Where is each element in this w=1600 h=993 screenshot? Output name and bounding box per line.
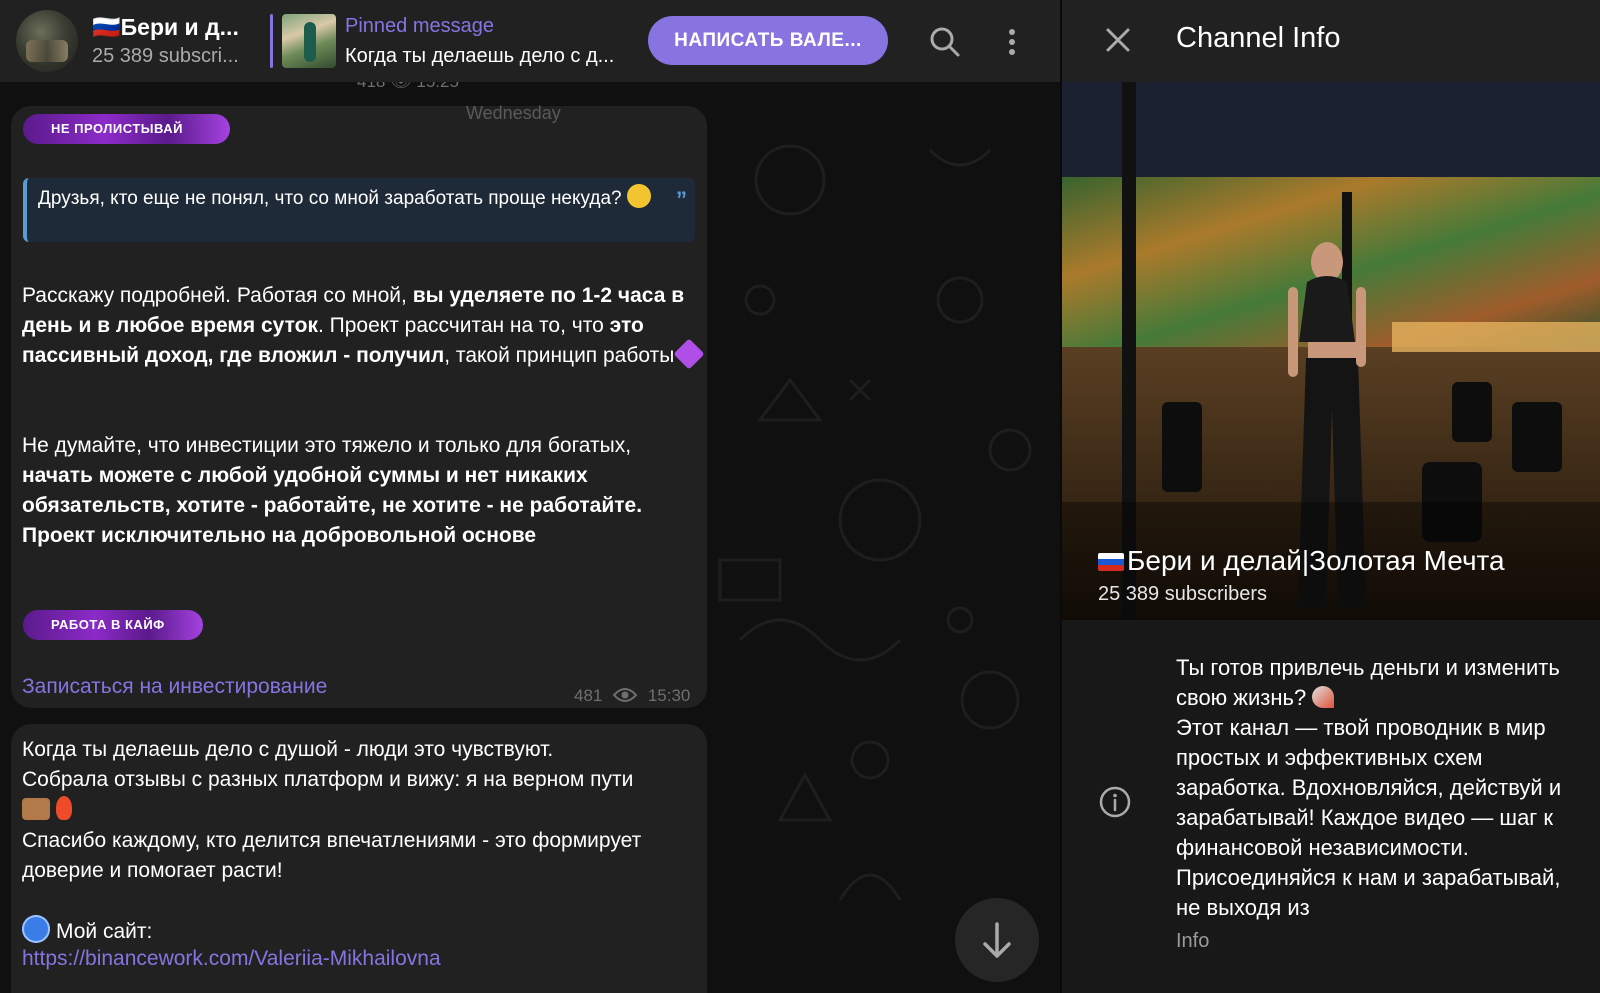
site-label-row: Мой сайт:: [22, 915, 702, 947]
signup-link[interactable]: Записаться на инвестирование: [22, 675, 327, 699]
globe-emoji: [22, 915, 50, 943]
pinned-message-text[interactable]: Когда ты делаешь дело с д...: [345, 45, 635, 68]
russia-flag-icon: [1098, 553, 1124, 571]
message2-line-3: Спасибо каждому, кто делится впечатления…: [22, 829, 642, 882]
message-paragraph-1: Расскажу подробней. Работая со мной, вы …: [22, 281, 705, 371]
write-to-author-button[interactable]: НАПИСАТЬ ВАЛЕ...: [648, 16, 888, 65]
thinking-face-emoji: [626, 184, 651, 208]
description-caption: Info: [1176, 930, 1210, 952]
site-link[interactable]: https://binancework.com/Valeriia-Mikhail…: [22, 947, 441, 971]
search-icon[interactable]: [925, 22, 965, 62]
chat-header: 🇷🇺Бери и д... 25 389 subscri... Pinned m…: [0, 0, 1060, 82]
pinned-message-label[interactable]: Pinned message: [345, 15, 494, 38]
pinned-message-thumbnail[interactable]: [282, 14, 336, 68]
promo-banner-bottom: РАБОТА В КАЙФ: [23, 610, 203, 640]
channel-title[interactable]: 🇷🇺Бери и д...: [92, 14, 252, 41]
view-count: 481: [574, 686, 603, 705]
channel-avatar[interactable]: [16, 10, 78, 72]
date-separator: Wednesday: [466, 103, 561, 123]
quote-mark-icon: ”: [676, 187, 687, 212]
channel-description: Ты готов привлечь деньги и изменить свою…: [1176, 655, 1562, 920]
eye-icon: [612, 688, 638, 702]
channel-profile-photo[interactable]: [1062, 82, 1600, 620]
quote-text: Друзья, кто еще не понял, что со мной за…: [38, 188, 622, 209]
gem-emoji: [673, 338, 705, 370]
box-emoji: [22, 798, 50, 820]
message-meta: 481 15:30: [574, 686, 690, 706]
panel-header: Channel Info: [1062, 0, 1600, 82]
photo-scene: [1062, 82, 1600, 620]
fire-emoji: [56, 796, 72, 820]
channel-subscriber-count: 25 389 subscri...: [92, 45, 239, 67]
message-time: 15:30: [647, 686, 691, 705]
message2-line-1: Когда ты делаешь дело с душой - люди это…: [22, 738, 554, 761]
rocket-emoji: [1312, 686, 1335, 708]
message2-line-2: Собрала отзывы с разных платформ и вижу:…: [22, 765, 702, 825]
info-icon: [1099, 786, 1131, 818]
panel-title: Channel Info: [1176, 22, 1341, 54]
channel-info-panel: Channel Info Бери и делай|Золотая Мечта …: [1062, 0, 1600, 993]
message-paragraph-2: Не думайте, что инвестиции это тяжело и …: [22, 434, 643, 547]
promo-banner-top: НЕ ПРОЛИСТЫВАЙ: [23, 114, 230, 144]
close-icon[interactable]: [1098, 20, 1138, 60]
channel-subscribers: 25 389 subscribers: [1098, 583, 1267, 605]
message-quote: Друзья, кто еще не понял, что со мной за…: [23, 178, 695, 242]
channel-name: Бери и делай|Золотая Мечта: [1098, 545, 1505, 577]
scroll-to-bottom-button[interactable]: [955, 898, 1039, 982]
pinned-indicator-bar: [270, 14, 273, 68]
more-vertical-icon[interactable]: [992, 22, 1032, 62]
arrow-down-icon: [983, 922, 1011, 958]
chat-area: 🇷🇺Бери и д... 25 389 subscri... Pinned m…: [0, 0, 1060, 993]
